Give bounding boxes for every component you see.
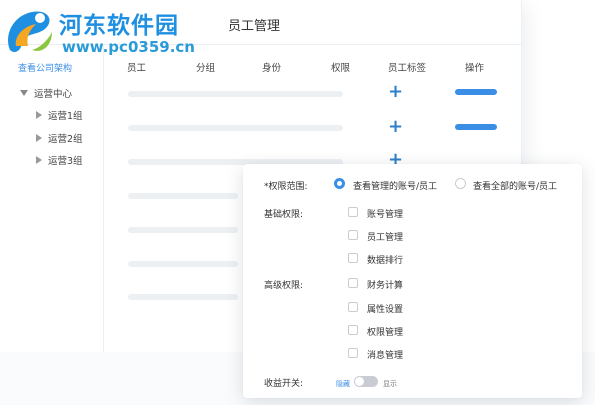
watermark: 河东软件园 www.pc0359.cn bbox=[2, 4, 217, 60]
table-row-placeholder bbox=[128, 91, 343, 97]
checkbox-label[interactable]: 数据排行 bbox=[367, 253, 403, 266]
tree-item-label: 运营2组 bbox=[48, 134, 83, 145]
tree-root-item[interactable]: 运营中心 bbox=[20, 86, 72, 100]
caret-down-icon[interactable] bbox=[20, 90, 28, 96]
basic-permission-label: 基础权限: bbox=[264, 210, 304, 220]
toggle-knob bbox=[355, 377, 364, 386]
scope-option-all[interactable]: 查看全部的账号/员工 bbox=[473, 179, 557, 192]
toggle-off-label: 隐藏 bbox=[336, 380, 350, 388]
income-toggle-switch[interactable] bbox=[354, 376, 378, 387]
table-row-placeholder bbox=[128, 294, 238, 300]
checkbox-label[interactable]: 属性设置 bbox=[367, 302, 403, 315]
checkbox-data-ranking[interactable] bbox=[348, 253, 358, 263]
checkbox-account-management[interactable] bbox=[348, 207, 358, 217]
scope-option-managed[interactable]: 查看管理的账号/员工 bbox=[353, 179, 437, 192]
checkbox-label[interactable]: 员工管理 bbox=[367, 230, 403, 243]
add-tag-icon[interactable]: + bbox=[388, 118, 403, 136]
scope-radio-managed[interactable] bbox=[334, 178, 345, 189]
tree-item-label: 运营1组 bbox=[48, 111, 83, 122]
table-row-placeholder bbox=[128, 193, 238, 199]
checkbox-label[interactable]: 消息管理 bbox=[367, 348, 403, 361]
page-title: 员工管理 bbox=[228, 19, 281, 34]
checkbox-label[interactable]: 财务计算 bbox=[367, 278, 403, 291]
view-org-link[interactable]: 查看公司架构 bbox=[18, 61, 72, 74]
advanced-permission-label: 高级权限: bbox=[264, 281, 304, 291]
tree-item-group-1[interactable]: 运营1组 bbox=[36, 108, 83, 122]
tree-item-group-2[interactable]: 运营2组 bbox=[36, 131, 83, 145]
column-header-actions[interactable]: 操作 bbox=[465, 60, 484, 74]
caret-right-icon[interactable] bbox=[36, 111, 42, 119]
permission-popup: *权限范围: 查看管理的账号/员工 查看全部的账号/员工 基础权限: 账号管理 … bbox=[243, 164, 582, 398]
checkbox-label[interactable]: 账号管理 bbox=[367, 207, 403, 220]
add-tag-icon[interactable]: + bbox=[388, 83, 403, 101]
checkbox-attribute-settings[interactable] bbox=[348, 302, 358, 312]
watermark-logo-icon bbox=[8, 11, 52, 52]
scope-radio-all[interactable] bbox=[455, 178, 466, 189]
toggle-on-label: 显示 bbox=[383, 380, 397, 388]
caret-right-icon[interactable] bbox=[36, 156, 42, 164]
tree-item-label: 运营3组 bbox=[48, 156, 83, 167]
checkbox-finance-calculation[interactable] bbox=[348, 278, 358, 288]
watermark-title: 河东软件园 bbox=[59, 13, 179, 39]
caret-right-icon[interactable] bbox=[36, 134, 42, 142]
action-button[interactable] bbox=[455, 89, 497, 95]
column-header-identity[interactable]: 身份 bbox=[262, 60, 281, 74]
income-switch-label: 收益开关: bbox=[264, 379, 304, 389]
table-row-placeholder bbox=[128, 125, 343, 131]
column-header-permission[interactable]: 权限 bbox=[331, 60, 350, 74]
column-header-employee[interactable]: 员工 bbox=[127, 60, 146, 74]
action-button[interactable] bbox=[455, 124, 497, 130]
checkbox-label[interactable]: 权限管理 bbox=[367, 325, 403, 338]
checkbox-message-management[interactable] bbox=[348, 348, 358, 358]
column-header-employee-tag[interactable]: 员工标签 bbox=[388, 60, 426, 74]
column-header-group[interactable]: 分组 bbox=[196, 60, 215, 74]
checkbox-employee-management[interactable] bbox=[348, 230, 358, 240]
checkbox-permission-management[interactable] bbox=[348, 325, 358, 335]
tree-root-label: 运营中心 bbox=[34, 89, 73, 100]
table-row-placeholder bbox=[128, 227, 238, 233]
watermark-url: www.pc0359.cn bbox=[62, 38, 195, 56]
tree-item-group-3[interactable]: 运营3组 bbox=[36, 153, 83, 167]
scope-label: *权限范围: bbox=[264, 182, 308, 192]
table-row-placeholder bbox=[128, 261, 238, 267]
sidebar: 查看公司架构 运营中心 运营1组 运营2组 运营3组 bbox=[0, 45, 104, 352]
